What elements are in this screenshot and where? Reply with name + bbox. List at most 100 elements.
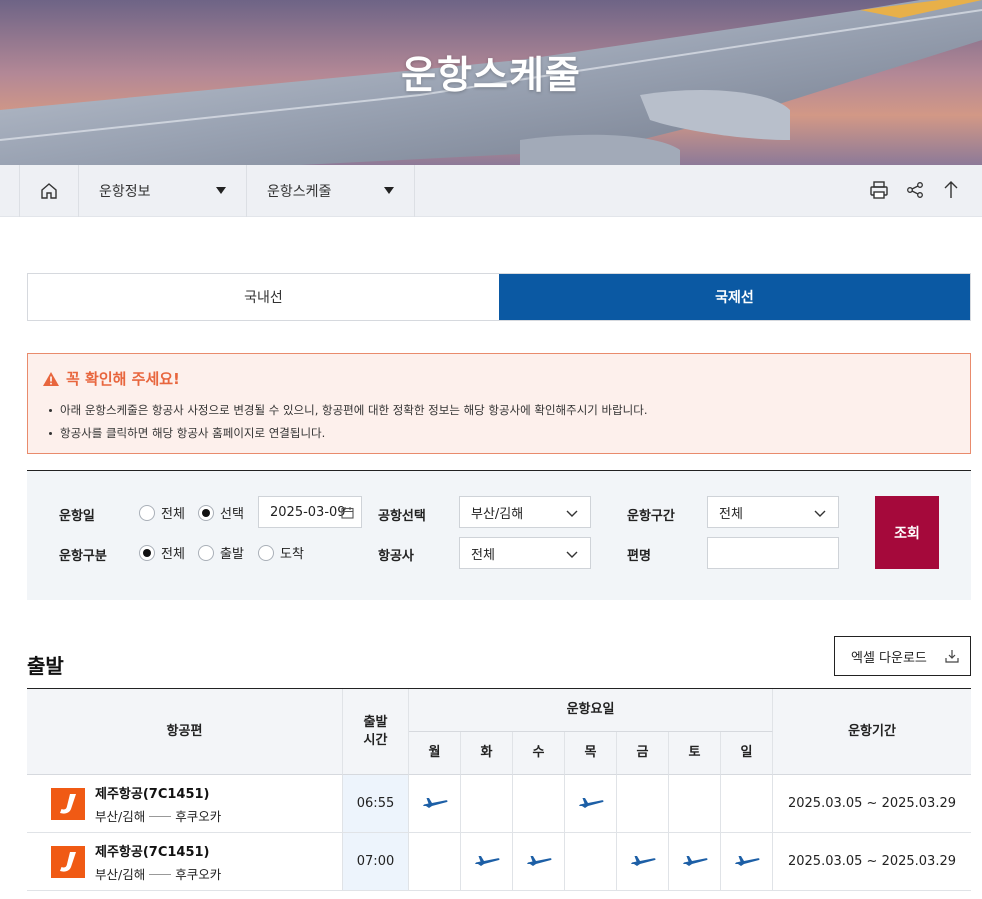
notice-item: 아래 운항스케줄은 항공사 사정으로 변경될 수 있으니, 항공편에 대한 정확… — [42, 399, 956, 422]
share-button[interactable] — [904, 179, 926, 201]
calendar-icon[interactable] — [341, 506, 354, 519]
breadcrumb-menu-2[interactable]: 운항스케줄 — [247, 165, 415, 217]
section-label: 운항구간 — [627, 509, 675, 524]
airline-link[interactable]: 제주항공(7C1451) — [95, 783, 221, 802]
flight-route: 부산/김해 후쿠오카 — [95, 864, 221, 883]
header-days: 운항요일 — [409, 689, 773, 732]
table-cell-day-operating — [409, 775, 461, 833]
notice-list: 아래 운항스케줄은 항공사 사정으로 변경될 수 있으니, 항공편에 대한 정확… — [42, 399, 956, 445]
search-panel: 운항일 전체 선택 2025-03-09 공항선택 부산/김해 운항구간 전체 … — [27, 470, 971, 600]
type-radio-all-label: 전체 — [161, 547, 185, 562]
page-title: 운항스케줄 — [401, 53, 581, 97]
airport-select[interactable]: 부산/김해 — [459, 496, 591, 528]
flight-route: 부산/김해 후쿠오카 — [95, 806, 221, 825]
table-cell-day-operating — [461, 833, 513, 891]
table-cell-day — [409, 833, 461, 891]
table-cell-period: 2025.03.05 ~ 2025.03.29 — [773, 775, 971, 833]
header-period: 운항기간 — [773, 689, 971, 775]
hero-banner: 운항스케줄 — [0, 0, 982, 165]
flightno-input[interactable] — [707, 537, 839, 569]
table-cell-day-operating — [669, 833, 721, 891]
breadcrumb: 운항정보 운항스케줄 — [0, 165, 982, 217]
download-icon — [945, 650, 959, 663]
airline-select-value: 전체 — [471, 547, 495, 563]
schedule-table: 항공편 출발 시간 운항요일 월 화 수 목 금 토 일 운항기간 제주항공(7… — [27, 688, 971, 891]
caret-down-icon — [216, 187, 226, 194]
plane-icon — [578, 797, 604, 808]
header-day: 목 — [565, 732, 617, 775]
plane-icon — [422, 797, 448, 808]
plane-icon — [734, 855, 760, 866]
radio-circle — [198, 544, 214, 561]
plane-icon — [630, 855, 656, 866]
table-cell-day — [565, 833, 617, 891]
print-icon — [870, 181, 888, 199]
notice-title: 꼭 확인해 주세요! — [42, 368, 956, 389]
flight-info: 제주항공(7C1451) 부산/김해 후쿠오카 — [95, 783, 221, 825]
type-radio-arrival-label: 도착 — [280, 547, 304, 562]
header-day: 토 — [669, 732, 721, 775]
scroll-top-button[interactable] — [940, 179, 962, 201]
table-cell-period: 2025.03.05 ~ 2025.03.29 — [773, 833, 971, 891]
type-radio-departure[interactable]: 출발 — [198, 543, 244, 562]
table-cell-day — [721, 775, 773, 833]
type-radio-departure-label: 출발 — [220, 547, 244, 562]
table-cell-flight: 제주항공(7C1451) 부산/김해 후쿠오카 — [27, 775, 343, 833]
flightno-label: 편명 — [627, 549, 651, 564]
route-arrow — [149, 873, 172, 875]
jejuair-logo[interactable] — [51, 845, 85, 878]
date-radio-all-label: 전체 — [161, 507, 185, 522]
chevron-down-icon — [566, 510, 578, 517]
print-button[interactable] — [868, 179, 890, 201]
date-radio-all[interactable]: 전체 — [139, 503, 185, 522]
route-origin: 부산/김해 — [95, 808, 146, 824]
tab-domestic[interactable]: 국내선 — [28, 274, 499, 320]
breadcrumb-menu-1[interactable]: 운항정보 — [79, 165, 247, 217]
airline-label: 항공사 — [378, 549, 414, 564]
jejuair-logo[interactable] — [51, 787, 85, 820]
jejuair-logo-mark — [60, 793, 76, 814]
breadcrumb-menu-2-label: 운항스케줄 — [267, 184, 332, 200]
header-day: 금 — [617, 732, 669, 775]
date-radio-select[interactable]: 선택 — [198, 503, 244, 522]
airline-link[interactable]: 제주항공(7C1451) — [95, 841, 221, 860]
header-day: 수 — [513, 732, 565, 775]
home-button[interactable] — [19, 165, 79, 217]
airline-select[interactable]: 전체 — [459, 537, 591, 569]
caret-down-icon — [384, 187, 394, 194]
type-label: 운항구분 — [59, 549, 107, 564]
type-radio-arrival[interactable]: 도착 — [258, 543, 304, 562]
search-button[interactable]: 조회 — [875, 496, 939, 569]
plane-icon — [526, 855, 552, 866]
chevron-down-icon — [566, 551, 578, 558]
jejuair-logo-mark — [60, 851, 76, 872]
route-destination: 후쿠오카 — [175, 808, 222, 824]
table-cell-day — [669, 775, 721, 833]
home-icon — [41, 183, 57, 199]
table-cell-day — [513, 775, 565, 833]
date-label: 운항일 — [59, 509, 95, 524]
date-radio-select-label: 선택 — [220, 507, 244, 522]
chevron-down-icon — [814, 510, 826, 517]
route-tabs: 국내선 국제선 — [27, 273, 971, 321]
plane-icon — [682, 855, 708, 866]
table-cell-day — [461, 775, 513, 833]
excel-download-button[interactable]: 엑셀 다운로드 — [834, 636, 971, 676]
radio-circle — [258, 544, 274, 561]
table-cell-day-operating — [565, 775, 617, 833]
notice-title-text: 꼭 확인해 주세요! — [66, 370, 180, 388]
header-flight: 항공편 — [27, 689, 343, 775]
table-cell-time: 07:00 — [343, 833, 409, 891]
date-input[interactable]: 2025-03-09 — [258, 496, 362, 528]
table-cell-time: 06:55 — [343, 775, 409, 833]
table-cell-day — [617, 775, 669, 833]
header-day: 화 — [461, 732, 513, 775]
section-select[interactable]: 전체 — [707, 496, 839, 528]
route-destination: 후쿠오카 — [175, 866, 222, 882]
type-radio-all[interactable]: 전체 — [139, 543, 185, 562]
tab-international[interactable]: 국제선 — [499, 274, 970, 320]
table-cell-day-operating — [721, 833, 773, 891]
warning-icon — [43, 371, 59, 386]
radio-circle — [139, 504, 155, 521]
notice-box: 꼭 확인해 주세요! 아래 운항스케줄은 항공사 사정으로 변경될 수 있으니,… — [27, 353, 971, 454]
